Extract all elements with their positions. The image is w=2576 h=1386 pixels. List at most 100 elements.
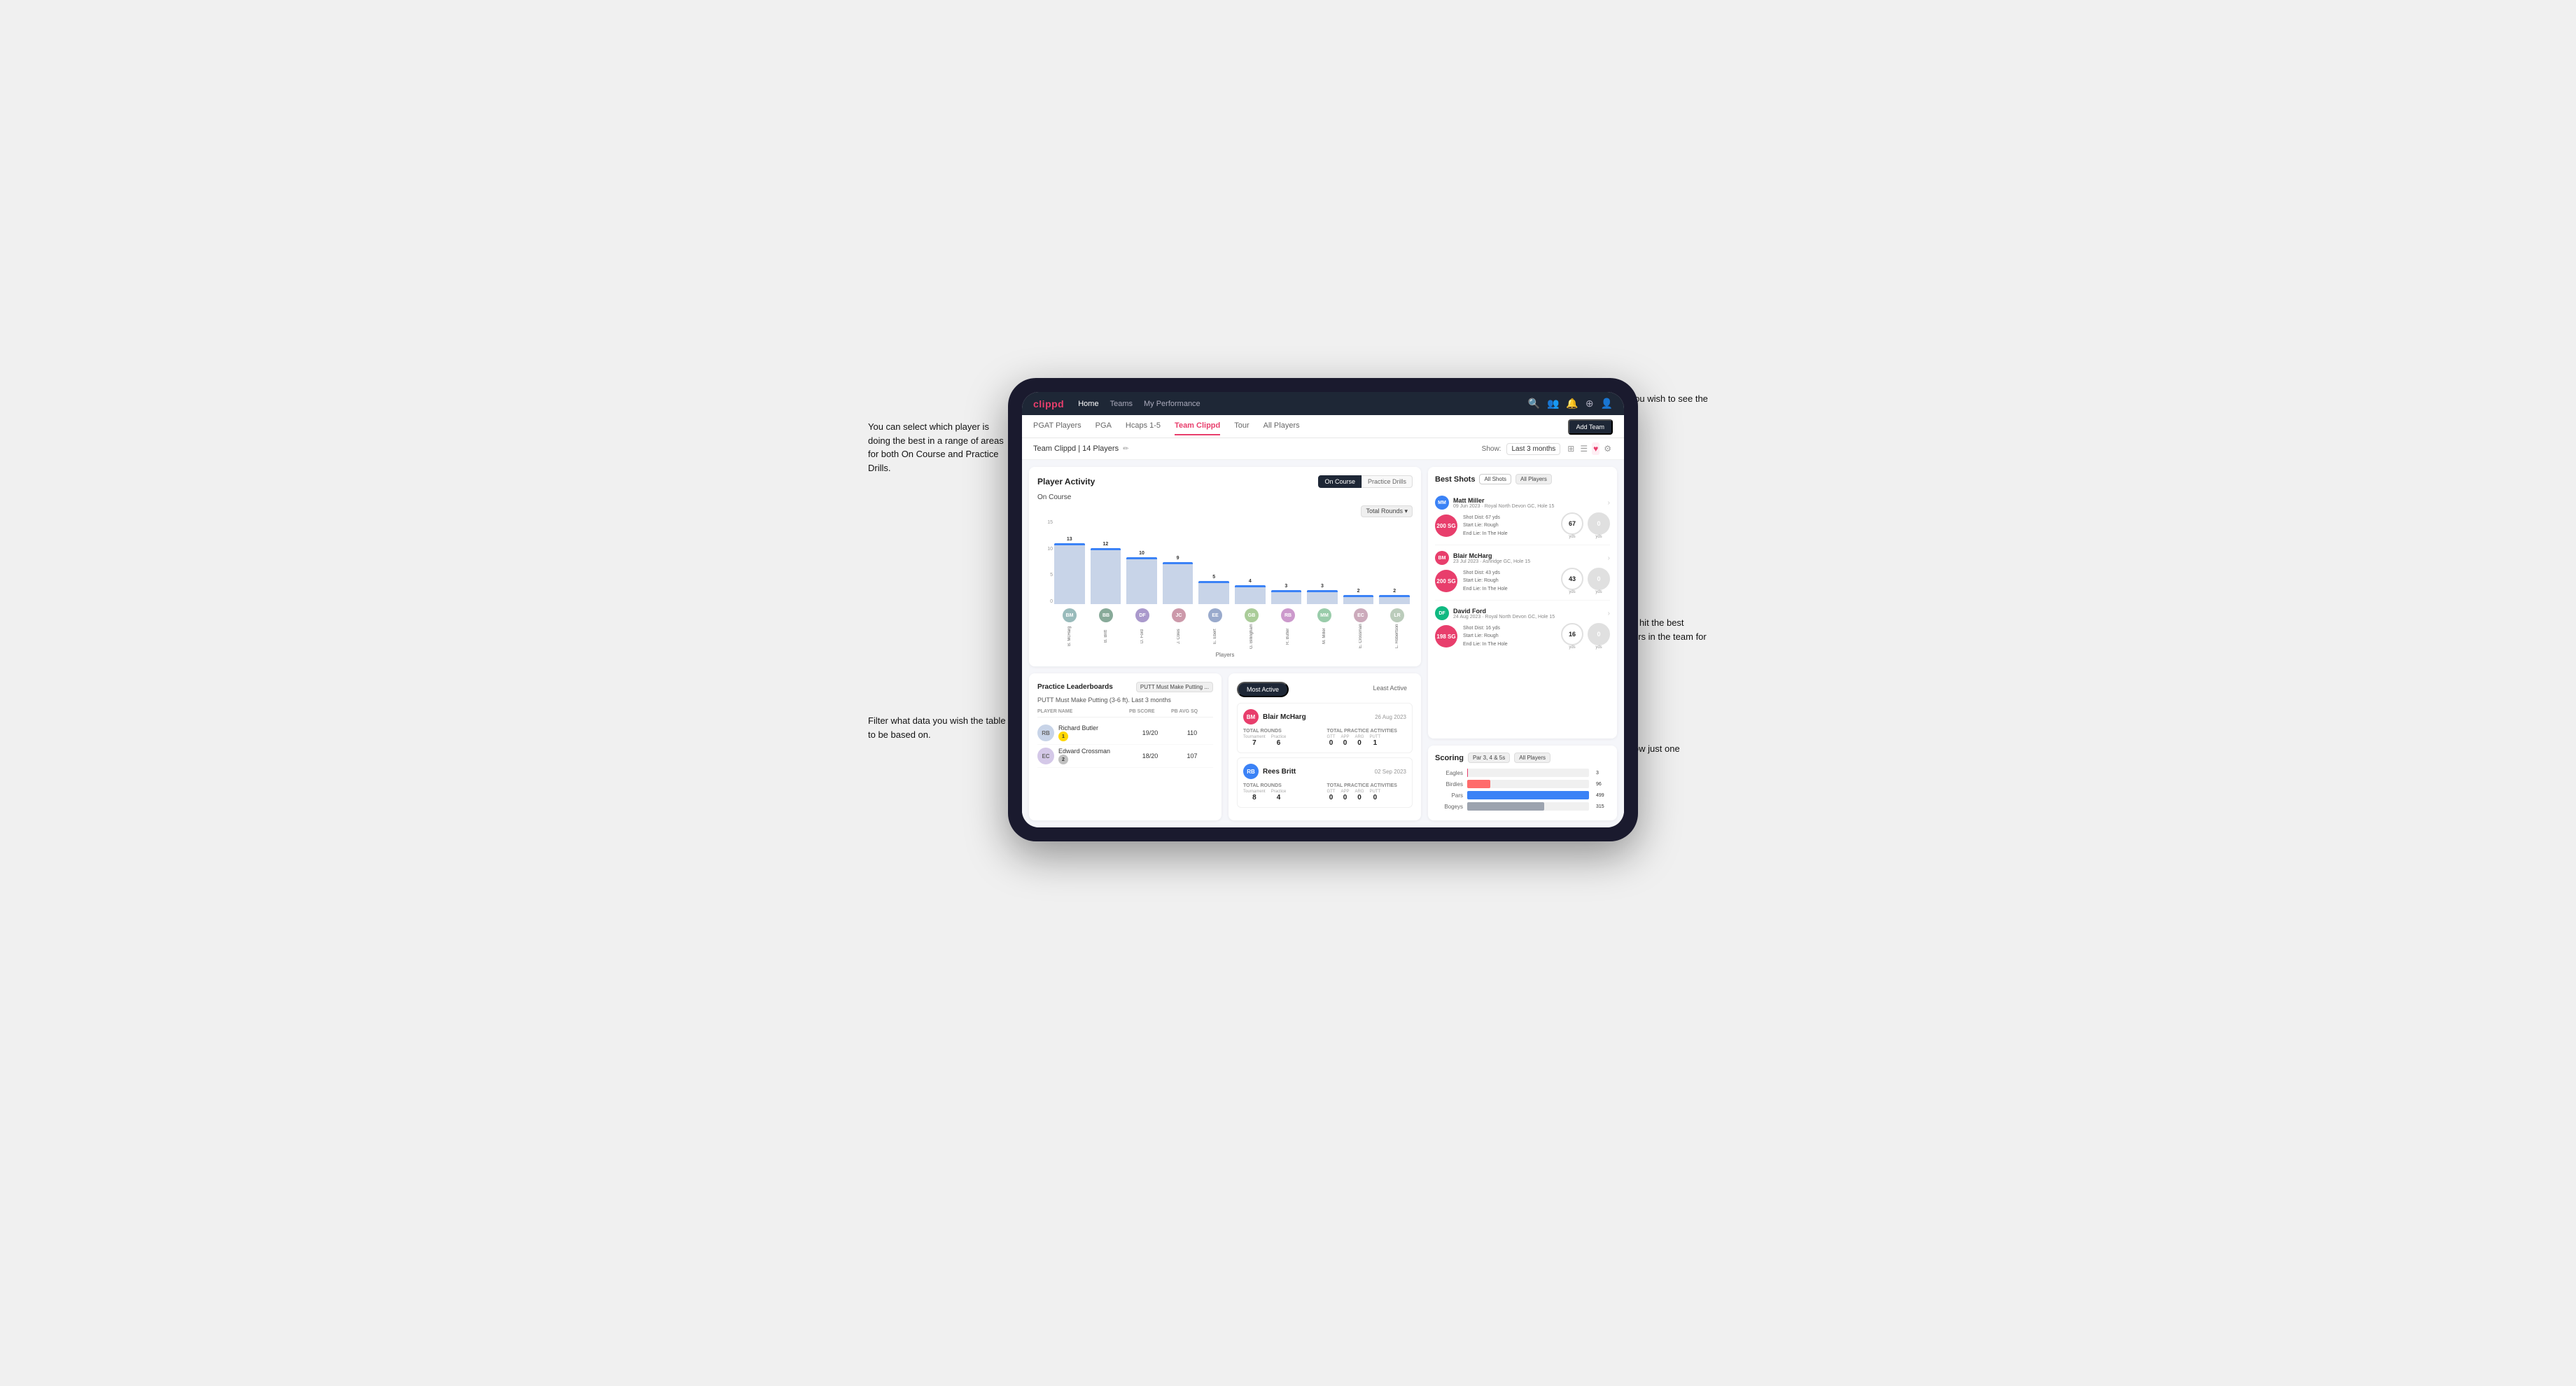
bar-group-2: 10 [1126,551,1157,604]
most-active-player-2[interactable]: RB Rees Britt 02 Sep 2023 Total Rounds [1237,757,1413,808]
shot-item-1[interactable]: MM Matt Miller 09 Jun 2023 · Royal North… [1435,490,1610,545]
col-player-name: Player Name [1037,709,1129,714]
shot-details-mm: Shot Dist: 67 yds Start Lie: Rough End L… [1463,514,1555,538]
users-icon[interactable]: 👥 [1547,398,1559,410]
scoring-par-filter[interactable]: Par 3, 4 & 5s [1468,752,1510,763]
subnav-all-players[interactable]: All Players [1264,421,1300,435]
leaderboard-row-2[interactable]: EC Edward Crossman 2 18/20 107 [1037,745,1213,768]
player-name-label-4: E. Ebert [1213,624,1217,649]
player-avatar-7: MM [1317,608,1331,622]
show-select-dropdown[interactable]: Last 3 months [1506,443,1560,455]
bar-group-9: 2 [1379,589,1410,604]
user-avatar-icon[interactable]: 👤 [1601,398,1613,410]
subnav-tour[interactable]: Tour [1234,421,1249,435]
bar-highlight-2 [1126,557,1157,559]
scoring-eagles: Eagles 3 [1435,769,1610,777]
bar-highlight-1 [1091,548,1121,550]
search-icon[interactable]: 🔍 [1528,398,1540,410]
leaderboard-row-1[interactable]: RB Richard Butler 1 19/20 110 [1037,722,1213,745]
on-course-btn[interactable]: On Course [1318,475,1362,488]
pa-gtt-bm: 0 [1327,739,1336,747]
pa-tournament-bm: 7 [1243,739,1266,747]
scoring-label-eagles: Eagles [1435,770,1463,776]
nav-home[interactable]: Home [1078,400,1098,408]
player-avatar-9: LR [1390,608,1404,622]
pa-gtt-rb: 0 [1327,794,1336,802]
avg-sq-rb: 110 [1171,729,1213,736]
subnav-pga[interactable]: PGA [1096,421,1112,435]
shot-item-2[interactable]: BM Blair McHarg 23 Jul 2023 · Ashridge G… [1435,545,1610,601]
player-name-label-3: J. Coles [1177,624,1181,649]
most-active-player-1[interactable]: BM Blair McHarg 26 Aug 2023 Total Rounds [1237,703,1413,753]
shot-chevron-mm: › [1608,499,1610,507]
pa-date-bm: 26 Aug 2023 [1375,714,1406,720]
pa-stats-bm: Total Rounds Tournament 7 Practice [1243,729,1406,747]
pa-avatar-rb: RB [1243,764,1259,779]
scoring-bar-pars [1467,791,1589,799]
player-name-label-2: D. Ford [1140,624,1144,649]
bar-value-8: 2 [1357,589,1360,594]
y-label-15: 15 [1047,520,1053,525]
bar-value-4: 5 [1212,575,1215,580]
scoring-bar-bg-bogeys [1467,802,1589,811]
player-name-rb: Richard Butler [1058,724,1098,732]
bottom-cards: Practice Leaderboards PUTT Must Make Put… [1029,673,1421,820]
least-active-tab[interactable]: Least Active [1367,682,1413,697]
score-ec: 18/20 [1129,752,1171,760]
subnav-hcaps[interactable]: Hcaps 1-5 [1126,421,1161,435]
total-rounds-filter[interactable]: Total Rounds ▾ [1361,505,1413,517]
all-shots-filter[interactable]: All Shots [1479,474,1511,484]
player-avatar-item-9: LR L. Robertson [1382,608,1413,649]
player-avatar-1: BB [1099,608,1113,622]
shot-badge-mm: 200 SG [1435,514,1457,537]
list-view-icon[interactable]: ☰ [1578,442,1589,455]
scoring-bar-bogeys [1467,802,1544,811]
scoring-bar-birdies [1467,780,1490,788]
nav-icons: 🔍 👥 🔔 ⊕ 👤 [1528,398,1613,410]
bar-group-6: 3 [1271,584,1302,604]
shot-item-3[interactable]: DF David Ford 24 Aug 2023 · Royal North … [1435,601,1610,655]
rank-badge-1: 1 [1058,732,1068,741]
col-pb-avg-sq: PB Avg SQ [1171,709,1213,714]
heart-view-icon[interactable]: ♥ [1592,442,1600,455]
on-course-label: On Course [1037,493,1413,501]
bar-group-4: 5 [1198,575,1229,604]
practice-drills-btn[interactable]: Practice Drills [1362,475,1413,488]
settings-view-icon[interactable]: ⚙ [1602,442,1613,455]
bar-highlight-6 [1271,590,1302,592]
subnav-pgat[interactable]: PGAT Players [1033,421,1082,435]
team-name: Team Clippd | 14 Players [1033,444,1119,453]
bars-area: 13 12 10 9 5 4 3 3 [1040,520,1410,604]
all-players-filter[interactable]: All Players [1516,474,1552,484]
active-tabs: Most Active Least Active [1237,682,1413,697]
bell-icon[interactable]: 🔔 [1566,398,1578,410]
bar-highlight-0 [1054,543,1085,545]
player-name-label-9: L. Robertson [1395,624,1399,649]
nav-teams[interactable]: Teams [1110,400,1133,408]
player-avatar-2: DF [1135,608,1149,622]
player-avatar-3: JC [1172,608,1186,622]
pa-header-1: BM Blair McHarg 26 Aug 2023 [1243,709,1406,724]
shot-name-mm: Matt Miller [1453,497,1554,504]
edit-icon[interactable]: ✏ [1123,445,1128,453]
nav-links: Home Teams My Performance [1078,400,1513,408]
bar-group-5: 4 [1235,579,1266,604]
nav-my-performance[interactable]: My Performance [1144,400,1200,408]
most-active-tab[interactable]: Most Active [1237,682,1289,697]
pa-practice-activities-rb: Total Practice Activities GTT 0 APP [1327,783,1407,802]
plus-circle-icon[interactable]: ⊕ [1586,398,1594,410]
grid-view-icon[interactable]: ⊞ [1566,442,1576,455]
app-logo: clippd [1033,398,1064,410]
avg-sq-ec: 107 [1171,752,1213,760]
player-activity-title: Player Activity [1037,477,1095,486]
pa-practice-rb: 4 [1271,794,1287,802]
bar-9 [1379,595,1410,604]
bar-group-8: 2 [1343,589,1374,604]
bar-value-0: 13 [1067,537,1072,542]
subnav-team-clippd[interactable]: Team Clippd [1175,421,1220,435]
practice-filter-btn[interactable]: PUTT Must Make Putting ... [1136,682,1213,692]
bar-3 [1163,562,1194,604]
add-team-button[interactable]: Add Team [1568,419,1613,435]
shot-player-row-2: BM Blair McHarg 23 Jul 2023 · Ashridge G… [1435,551,1610,565]
scoring-players-filter[interactable]: All Players [1514,752,1550,763]
